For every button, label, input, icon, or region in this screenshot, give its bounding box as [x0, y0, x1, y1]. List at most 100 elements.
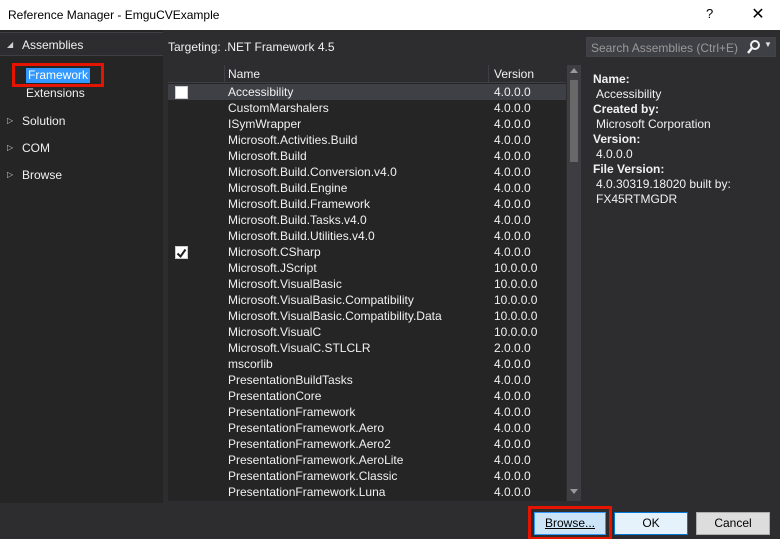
list-row[interactable]: PresentationFramework.Classic 4.0.0.0 — [168, 468, 566, 484]
list-row[interactable]: PresentationFramework.AeroLite 4.0.0.0 — [168, 452, 566, 468]
collapsed-arrow-icon: ▷ — [7, 116, 14, 125]
scroll-down-icon[interactable] — [570, 489, 578, 494]
row-name: Microsoft.Build.Utilities.v4.0 — [228, 229, 375, 243]
row-version: 4.0.0.0 — [494, 229, 531, 243]
detail-file-version-value: 4.0.30319.18020 built by: FX45RTMGDR — [596, 177, 731, 206]
row-version: 4.0.0.0 — [494, 165, 531, 179]
nav-assemblies-label: Assemblies — [22, 38, 84, 52]
row-name: PresentationFramework.Luna — [228, 485, 386, 499]
list-row[interactable]: Microsoft.Build.Conversion.v4.0 4.0.0.0 — [168, 164, 566, 180]
targeting-label: Targeting: .NET Framework 4.5 — [168, 40, 335, 54]
close-button[interactable]: ✕ — [748, 4, 768, 24]
list-row[interactable]: PresentationFramework.Aero 4.0.0.0 — [168, 420, 566, 436]
details-panel: Name: Accessibility Created by: Microsof… — [593, 72, 773, 207]
row-name: Microsoft.JScript — [228, 261, 317, 275]
list-row[interactable]: Microsoft.Activities.Build 4.0.0.0 — [168, 132, 566, 148]
list-row[interactable]: PresentationFramework 4.0.0.0 — [168, 404, 566, 420]
ok-button[interactable]: OK — [614, 512, 688, 535]
scroll-up-icon[interactable] — [570, 68, 578, 73]
detail-version-label: Version: — [593, 132, 641, 146]
row-name: Microsoft.CSharp — [228, 245, 321, 259]
list-row[interactable]: Microsoft.Build.Utilities.v4.0 4.0.0.0 — [168, 228, 566, 244]
collapsed-arrow-icon: ▷ — [7, 170, 14, 179]
row-name: PresentationFramework — [228, 405, 356, 419]
list-row[interactable]: Microsoft.VisualBasic.Compatibility 10.0.… — [168, 292, 566, 308]
row-name: ISymWrapper — [228, 117, 302, 131]
nav-browse[interactable]: ▷ Browse — [0, 163, 163, 187]
search-dropdown-icon[interactable]: ▼ — [764, 40, 772, 49]
button-bar: Browse... OK Cancel — [0, 503, 780, 539]
row-name: Microsoft.Build.Tasks.v4.0 — [228, 213, 367, 227]
row-name: PresentationFramework.Classic — [228, 469, 398, 483]
checkbox-column-header[interactable] — [168, 67, 224, 85]
column-separator — [488, 65, 489, 83]
list-row[interactable]: Microsoft.JScript 10.0.0.0 — [168, 260, 566, 276]
row-version: 4.0.0.0 — [494, 245, 531, 259]
row-name: PresentationFramework.AeroLite — [228, 453, 404, 467]
list-row[interactable]: CustomMarshalers 4.0.0.0 — [168, 100, 566, 116]
nav-solution[interactable]: ▷ Solution — [0, 109, 163, 133]
row-version: 4.0.0.0 — [494, 453, 531, 467]
row-version: 4.0.0.0 — [494, 149, 531, 163]
row-name: PresentationFramework.Aero2 — [228, 437, 391, 451]
row-version: 4.0.0.0 — [494, 421, 531, 435]
name-column-header[interactable]: Name — [228, 67, 260, 81]
nav-extensions[interactable]: Extensions — [26, 86, 85, 100]
list-row[interactable]: Microsoft.VisualC.STLCLR 2.0.0.0 — [168, 340, 566, 356]
row-name: Microsoft.VisualBasic.Compatibility — [228, 293, 414, 307]
row-checkbox-checked[interactable] — [175, 246, 188, 259]
row-name: Microsoft.VisualBasic.Compatibility.Data — [228, 309, 442, 323]
list-row[interactable]: ISymWrapper 4.0.0.0 — [168, 116, 566, 132]
list-row[interactable]: Microsoft.CSharp 4.0.0.0 — [168, 244, 566, 260]
help-button[interactable]: ? — [706, 6, 713, 21]
list-row[interactable]: Microsoft.VisualC 10.0.0.0 — [168, 324, 566, 340]
detail-created-by-label: Created by: — [593, 102, 660, 116]
nav-browse-label: Browse — [22, 168, 63, 182]
list-row[interactable]: PresentationCore 4.0.0.0 — [168, 388, 566, 404]
nav-framework[interactable]: Framework — [26, 68, 91, 83]
row-version: 2.0.0.0 — [494, 341, 531, 355]
search-icon[interactable] — [747, 39, 761, 55]
row-version: 4.0.0.0 — [494, 133, 531, 147]
list-row[interactable]: Microsoft.Build.Framework 4.0.0.0 — [168, 196, 566, 212]
list-row[interactable]: mscorlib 4.0.0.0 — [168, 356, 566, 372]
checkmark-icon — [176, 248, 187, 259]
list-row[interactable]: Microsoft.Build.Engine 4.0.0.0 — [168, 180, 566, 196]
row-name: Microsoft.Activities.Build — [228, 133, 358, 147]
row-name: Microsoft.VisualC — [228, 325, 322, 339]
list-row[interactable]: PresentationFramework.Aero2 4.0.0.0 — [168, 436, 566, 452]
window-title: Reference Manager - EmguCVExample — [8, 8, 220, 22]
row-name: Microsoft.Build.Framework — [228, 197, 371, 211]
list-row[interactable]: Microsoft.VisualBasic 10.0.0.0 — [168, 276, 566, 292]
version-column-header[interactable]: Version — [494, 67, 534, 81]
list-scrollbar[interactable] — [567, 65, 581, 501]
row-version: 4.0.0.0 — [494, 469, 531, 483]
row-checkbox[interactable] — [175, 86, 188, 99]
row-name: mscorlib — [228, 357, 273, 371]
row-version: 4.0.0.0 — [494, 437, 531, 451]
list-row[interactable]: PresentationFramework.Luna 4.0.0.0 — [168, 484, 566, 500]
list-header: Name Version — [168, 65, 566, 83]
collapsed-arrow-icon: ▷ — [7, 143, 14, 152]
row-name: PresentationFramework.Aero — [228, 421, 385, 435]
row-name: Microsoft.Build.Engine — [228, 181, 348, 195]
list-row[interactable]: Microsoft.Build 4.0.0.0 — [168, 148, 566, 164]
row-name: PresentationCore — [228, 389, 322, 403]
scroll-thumb[interactable] — [570, 80, 578, 162]
detail-name-label: Name: — [593, 72, 630, 86]
browse-button[interactable]: Browse... — [534, 512, 606, 535]
expanded-arrow-icon: ◢ — [7, 40, 14, 49]
cancel-button[interactable]: Cancel — [696, 512, 770, 535]
row-name: Microsoft.Build — [228, 149, 307, 163]
detail-name-value: Accessibility — [596, 87, 662, 101]
list-row[interactable]: Microsoft.VisualBasic.Compatibility.Data… — [168, 308, 566, 324]
list-row[interactable]: Microsoft.Build.Tasks.v4.0 4.0.0.0 — [168, 212, 566, 228]
nav-com[interactable]: ▷ COM — [0, 136, 163, 160]
search-input[interactable]: Search Assemblies (Ctrl+E) ▼ — [586, 37, 776, 57]
title-bar: Reference Manager - EmguCVExample ? ✕ — [0, 0, 780, 30]
nav-assemblies[interactable]: ◢ Assemblies — [0, 32, 163, 56]
list-row[interactable]: Accessibility 4.0.0.0 — [168, 84, 566, 100]
row-version: 10.0.0.0 — [494, 309, 538, 323]
row-name: Microsoft.VisualBasic — [228, 277, 342, 291]
list-row[interactable]: PresentationBuildTasks 4.0.0.0 — [168, 372, 566, 388]
